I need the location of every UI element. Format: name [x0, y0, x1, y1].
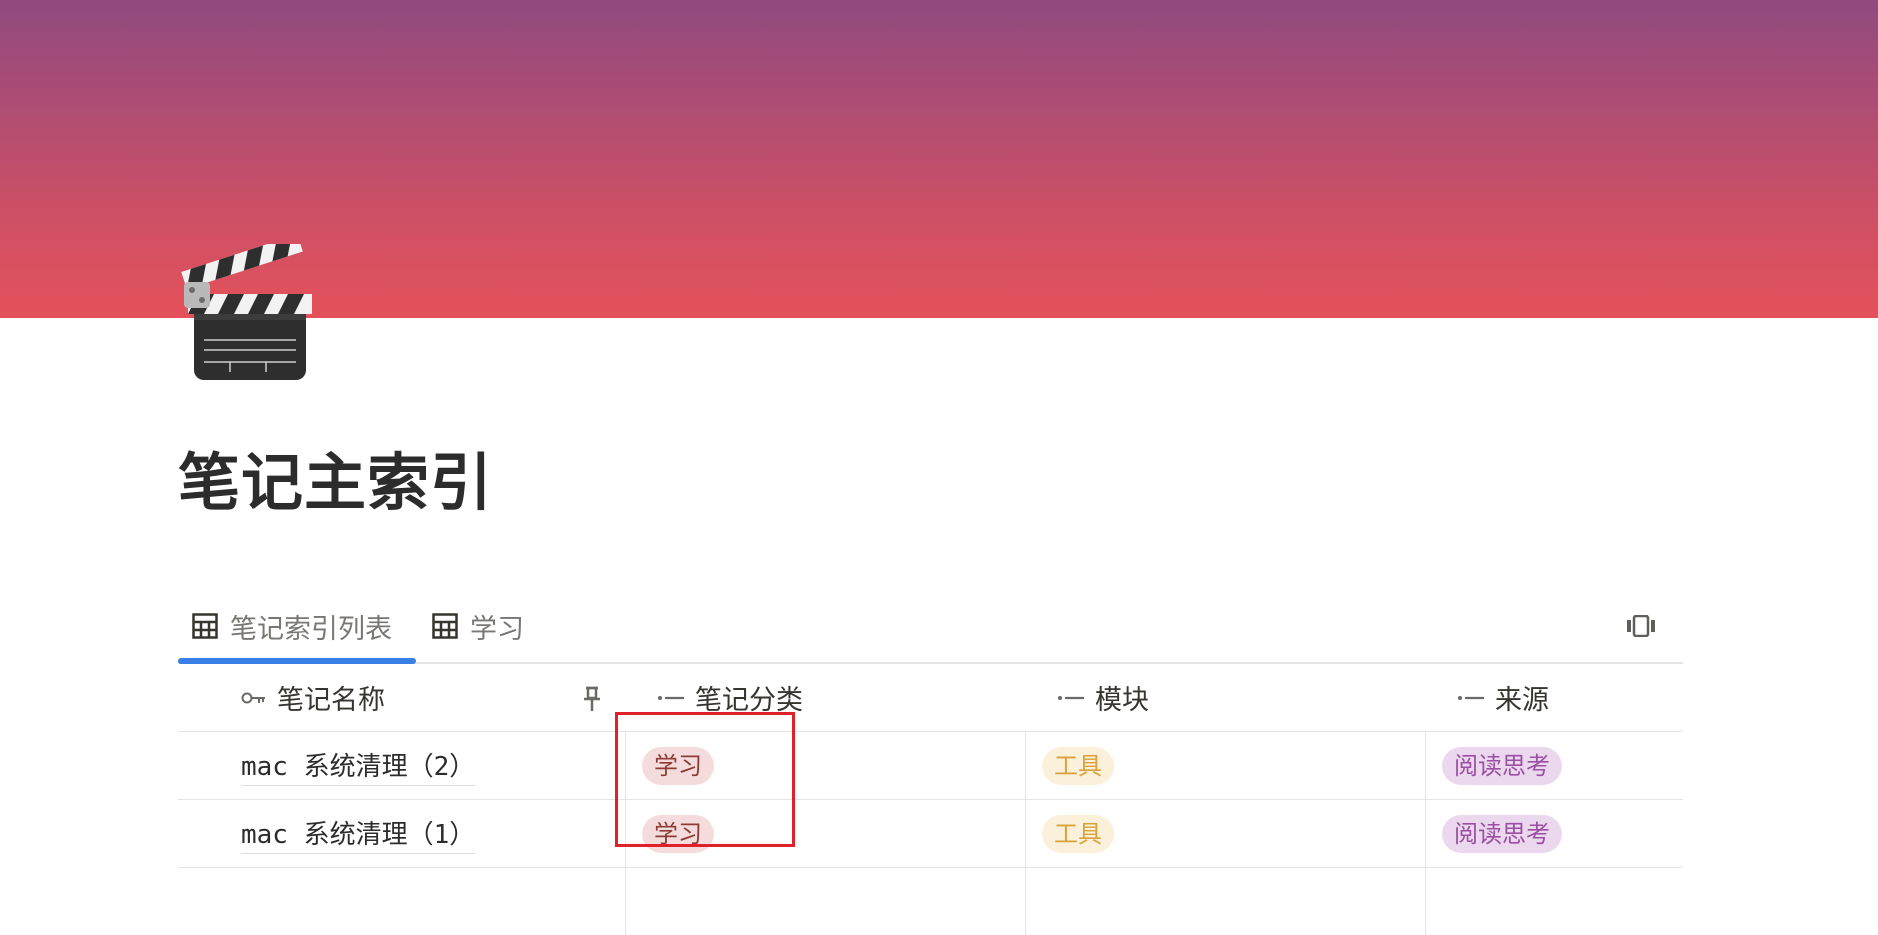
source-tag[interactable]: 阅读思考 [1442, 746, 1562, 785]
note-title-link[interactable]: mac 系统清理（1） [241, 814, 476, 854]
column-header-label: 笔记名称 [277, 685, 385, 716]
clapperboard-icon[interactable] [180, 234, 312, 384]
category-cell[interactable]: 学习 [625, 800, 1025, 867]
column-header-label: 笔记分类 [695, 685, 803, 716]
source-tag[interactable]: 阅读思考 [1442, 814, 1562, 853]
pin-icon[interactable] [580, 684, 604, 714]
table-grid-icon [192, 613, 218, 639]
tab-study[interactable]: 学习 [432, 590, 524, 662]
module-cell[interactable] [1025, 868, 1425, 935]
module-cell[interactable]: 工具 [1025, 800, 1425, 867]
table-row[interactable] [178, 868, 1683, 935]
tab-label: 笔记索引列表 [230, 613, 392, 645]
table-grid-icon [432, 613, 458, 639]
note-name-cell[interactable]: mac 系统清理（2） [178, 732, 625, 799]
select-property-icon [1457, 692, 1485, 704]
column-header-label: 模块 [1095, 685, 1149, 716]
column-header-module[interactable]: 模块 [1041, 664, 1441, 731]
column-header-label: 来源 [1495, 685, 1549, 716]
note-name-cell[interactable]: mac 系统清理（1） [178, 800, 625, 867]
module-cell[interactable]: 工具 [1025, 732, 1425, 799]
notes-table: 笔记名称 笔记分类 模块 来源 mac 系统清理（2） 学习 工具 阅读思考 m… [178, 664, 1683, 935]
page-title[interactable]: 笔记主索引 [178, 432, 493, 522]
table-row[interactable]: mac 系统清理（1） 学习 工具 阅读思考 [178, 800, 1683, 868]
module-tag[interactable]: 工具 [1042, 746, 1114, 785]
table-row[interactable]: mac 系统清理（2） 学习 工具 阅读思考 [178, 732, 1683, 800]
column-header-note-name[interactable]: 笔记名称 [178, 664, 625, 731]
layout-toggle-button[interactable] [1623, 608, 1659, 644]
category-tag[interactable]: 学习 [642, 814, 714, 853]
category-tag[interactable]: 学习 [642, 746, 714, 785]
layout-carousel-icon [1627, 615, 1655, 637]
source-cell[interactable]: 阅读思考 [1425, 732, 1683, 799]
module-tag[interactable]: 工具 [1042, 814, 1114, 853]
tab-note-index-list[interactable]: 笔记索引列表 [192, 590, 392, 662]
note-title-link[interactable]: mac 系统清理（2） [241, 746, 476, 786]
column-header-category[interactable]: 笔记分类 [641, 664, 1041, 731]
view-tabs: 笔记索引列表 学习 [178, 590, 1683, 664]
category-cell[interactable]: 学习 [625, 732, 1025, 799]
key-icon [241, 690, 267, 706]
source-cell[interactable] [1425, 868, 1683, 935]
column-header-source[interactable]: 来源 [1441, 664, 1699, 731]
select-property-icon [657, 692, 685, 704]
category-cell[interactable] [625, 868, 1025, 935]
select-property-icon [1057, 692, 1085, 704]
table-header-row: 笔记名称 笔记分类 模块 来源 [178, 664, 1683, 732]
source-cell[interactable]: 阅读思考 [1425, 800, 1683, 867]
tab-label: 学习 [470, 613, 524, 645]
